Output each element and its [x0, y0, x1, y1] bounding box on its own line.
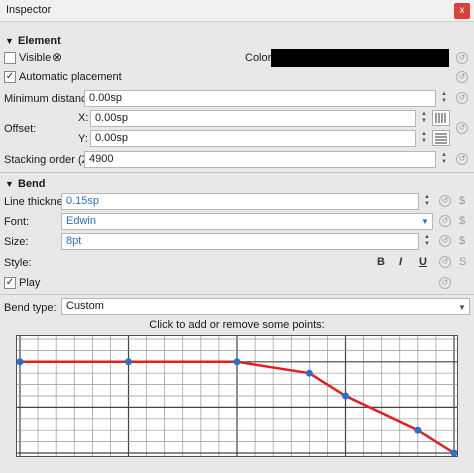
style-dollar-icon-2[interactable]: S — [459, 256, 466, 268]
play-checkbox[interactable]: ✓ — [4, 277, 16, 289]
italic-button[interactable]: I — [399, 256, 402, 268]
align-horizontal-glyph — [435, 113, 446, 123]
visible-checkbox[interactable] — [4, 52, 16, 64]
collapse-triangle-icon: ▼ — [5, 179, 14, 189]
bend-section-title: Bend — [18, 178, 46, 190]
bend-curve-point[interactable] — [16, 358, 24, 366]
bend-curve-svg[interactable] — [16, 336, 458, 457]
style-label: Style: — [4, 257, 32, 269]
reset-play-icon[interactable]: ↺ — [439, 277, 451, 289]
reset-min-distance-icon[interactable]: ↺ — [456, 92, 468, 104]
offset-y-label: Y: — [78, 133, 88, 145]
size-field[interactable]: 8pt — [61, 233, 419, 250]
font-dollar-icon[interactable]: $ — [459, 215, 465, 227]
bend-section-header[interactable]: ▼ Bend — [0, 175, 474, 193]
element-section-header[interactable]: ▼ Element — [0, 32, 474, 50]
offset-y-spinner[interactable]: ▲ ▼ — [419, 131, 429, 146]
min-distance-spinner[interactable]: ▲ ▼ — [439, 91, 449, 106]
bend-curve-chart[interactable] — [16, 335, 458, 457]
close-button[interactable]: x — [454, 3, 470, 19]
size-label: Size: — [4, 236, 29, 248]
bold-button[interactable]: B — [377, 256, 385, 268]
align-vertical-icon[interactable] — [432, 130, 450, 146]
bend-curve-point[interactable] — [125, 358, 132, 366]
offset-label: Offset: — [4, 123, 37, 135]
offset-x-field[interactable]: 0.00sp — [90, 110, 416, 127]
offset-x-spinner[interactable]: ▲ ▼ — [419, 111, 429, 126]
reset-stacking-order-icon[interactable]: ↺ — [456, 153, 468, 165]
color-label: Color: — [245, 52, 275, 64]
offset-y-field[interactable]: 0.00sp — [90, 130, 416, 147]
line-thickness-spinner[interactable]: ▲ ▼ — [422, 194, 432, 209]
collapse-triangle-icon: ▼ — [5, 36, 14, 46]
section-divider — [0, 172, 474, 173]
line-thickness-field[interactable]: 0.15sp — [61, 193, 419, 210]
reset-line-thickness-icon[interactable]: ↺ — [439, 195, 451, 207]
color-swatch[interactable] — [271, 49, 449, 67]
bend-curve-point[interactable] — [233, 358, 241, 366]
reset-automatic-placement-icon[interactable]: ↺ — [456, 71, 468, 83]
title-bar: Inspector x — [0, 0, 474, 22]
bend-type-label: Bend type: — [4, 302, 57, 314]
bend-curve-point[interactable] — [305, 369, 313, 377]
align-vertical-glyph — [435, 133, 447, 144]
window-title: Inspector — [6, 4, 52, 16]
reset-size-icon[interactable]: ↺ — [439, 235, 451, 247]
stacking-order-field[interactable]: 4900 — [84, 151, 436, 168]
reset-offset-icon[interactable]: ↺ — [456, 122, 468, 134]
stacking-order-spinner[interactable]: ▲ ▼ — [439, 152, 449, 167]
visible-label: Visible — [19, 52, 52, 64]
bend-curve-point[interactable] — [414, 426, 422, 434]
size-dollar-icon[interactable]: $ — [459, 235, 465, 247]
play-label: Play — [19, 277, 41, 289]
section-divider — [0, 294, 474, 295]
reset-visible-icon[interactable]: ⊗ — [52, 50, 62, 64]
font-select[interactable]: Edwin — [61, 213, 433, 230]
underline-button[interactable]: U — [419, 256, 427, 268]
automatic-placement-checkbox[interactable]: ✓ — [4, 71, 16, 83]
stacking-order-label: Stacking order (Z): — [4, 154, 96, 166]
min-distance-label: Minimum distance: — [4, 93, 96, 105]
bend-curve-point[interactable] — [342, 392, 349, 400]
font-dropdown-chevron-icon[interactable]: ▼ — [421, 217, 429, 226]
reset-color-icon[interactable]: ↺ — [456, 52, 468, 64]
font-label: Font: — [4, 216, 30, 228]
style-dollar-icon[interactable]: $ — [459, 195, 465, 207]
align-horizontal-icon[interactable] — [432, 110, 450, 126]
bend-type-select[interactable]: Custom — [61, 298, 470, 315]
bend-type-chevron-icon[interactable]: ▼ — [458, 303, 466, 312]
chart-caption: Click to add or remove some points: — [149, 319, 325, 331]
min-distance-field[interactable]: 0.00sp — [84, 90, 436, 107]
offset-x-label: X: — [78, 112, 89, 124]
size-spinner[interactable]: ▲ ▼ — [422, 234, 432, 249]
reset-style-icon[interactable]: ↺ — [439, 256, 451, 268]
element-section-title: Element — [18, 35, 61, 47]
automatic-placement-label: Automatic placement — [19, 71, 122, 83]
reset-font-icon[interactable]: ↺ — [439, 215, 451, 227]
